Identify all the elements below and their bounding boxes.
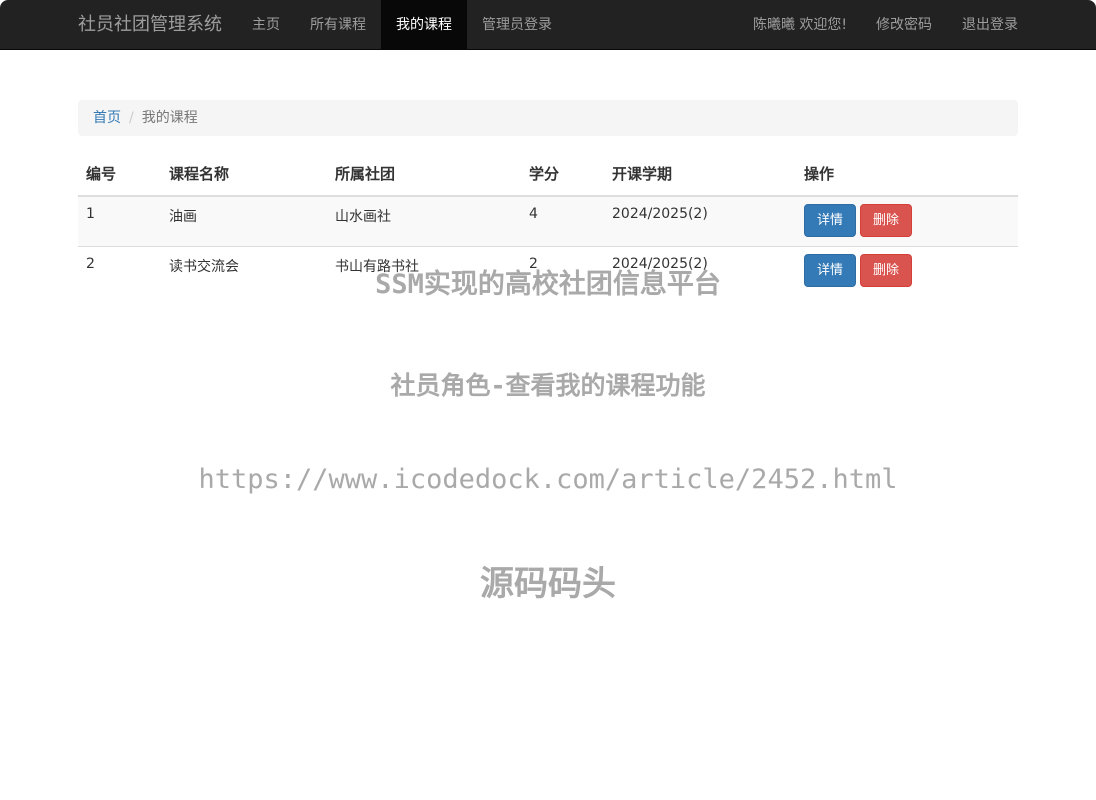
watermark-subtitle: 社员角色-查看我的课程功能 [390,371,706,400]
header-actions: 操作 [796,152,1018,197]
nav-item-admin-login[interactable]: 管理员登录 [468,0,566,50]
detail-button[interactable]: 详情 [804,253,857,287]
cell-actions: 详情 删除 [796,195,1018,246]
cell-credit: 4 [521,195,604,246]
breadcrumb: 首页 / 我的课程 [78,100,1018,136]
header-club: 所属社团 [327,152,521,197]
nav-logout[interactable]: 退出登录 [948,0,1032,50]
header-credit: 学分 [521,152,604,197]
nav-item-all-courses[interactable]: 所有课程 [296,0,380,50]
watermark-brand: 源码码头 [480,564,616,604]
nav-item-home[interactable]: 主页 [238,0,294,50]
cell-credit: 2 [521,245,604,296]
table-row: 1 油画 山水画社 4 2024/2025(2) 详情 删除 [78,195,1018,246]
breadcrumb-home-link[interactable]: 首页 [93,110,121,126]
header-term: 开课学期 [604,152,796,197]
nav-item-my-courses[interactable]: 我的课程 [381,0,467,50]
navbar-brand[interactable]: 社员社团管理系统 [78,0,222,50]
cell-club: 山水画社 [327,195,521,246]
my-courses-table: 编号 课程名称 所属社团 学分 开课学期 操作 1 油画 山水画社 4 2024… [78,152,1018,296]
top-navbar: 社员社团管理系统 主页 所有课程 我的课程 管理员登录 陈曦曦 欢迎您! 修改密… [0,0,1096,50]
nav-change-password[interactable]: 修改密码 [862,0,946,50]
cell-actions: 详情 删除 [796,245,1018,296]
table-row: 2 读书交流会 书山有路书社 2 2024/2025(2) 详情 删除 [78,245,1018,296]
cell-course-name: 读书交流会 [161,245,327,296]
cell-id: 1 [78,195,161,246]
cell-term: 2024/2025(2) [604,245,796,296]
cell-id: 2 [78,245,161,296]
detail-button[interactable]: 详情 [804,204,857,237]
breadcrumb-separator: / [129,110,134,126]
watermark-url: https://www.icodedock.com/article/2452.h… [198,464,898,495]
cell-club: 书山有路书社 [327,245,521,296]
cell-course-name: 油画 [161,195,327,246]
breadcrumb-current: 我的课程 [141,110,198,126]
header-id: 编号 [78,152,161,197]
delete-button[interactable]: 删除 [860,204,913,237]
table-header-row: 编号 课程名称 所属社团 学分 开课学期 操作 [78,152,1018,197]
nav-welcome-user[interactable]: 陈曦曦 欢迎您! [740,0,860,50]
header-course-name: 课程名称 [161,152,327,197]
delete-button[interactable]: 删除 [860,253,913,287]
cell-term: 2024/2025(2) [604,195,796,246]
